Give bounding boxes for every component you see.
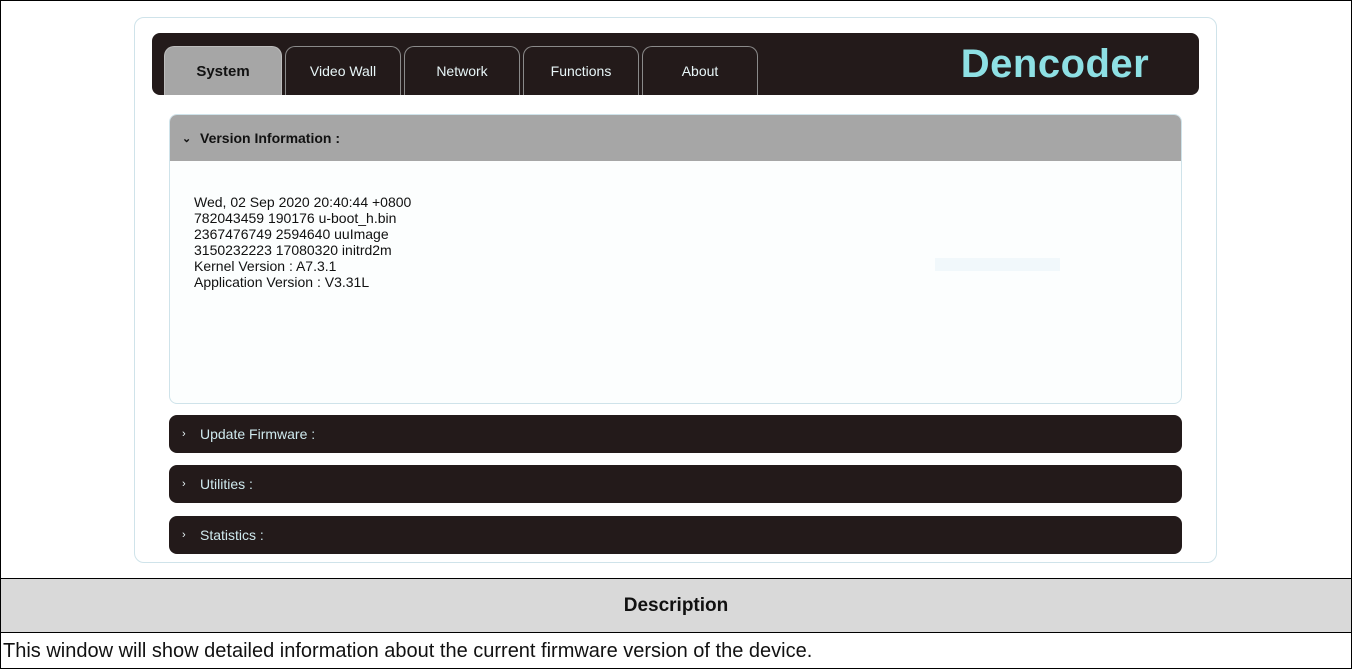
chevron-right-icon: ›: [182, 478, 186, 490]
description-text: This window will show detailed informati…: [3, 639, 813, 662]
description-header: Description: [1, 579, 1351, 633]
tab-about[interactable]: About: [642, 46, 758, 95]
build-date: Wed, 02 Sep 2020 20:40:44 +0800: [194, 194, 412, 210]
version-information-title: Version Information :: [200, 130, 341, 146]
initrd-checksum: 3150232223 17080320 initrd2m: [194, 242, 392, 258]
tab-system[interactable]: System: [164, 46, 282, 95]
tab-video-wall[interactable]: Video Wall: [285, 46, 401, 95]
utilities-panel[interactable]: › Utilities :: [169, 465, 1182, 503]
chevron-right-icon: ›: [182, 428, 186, 440]
faint-placeholder: [935, 258, 1060, 271]
application-version: Application Version : V3.31L: [194, 274, 370, 290]
uimage-checksum: 2367476749 2594640 uuImage: [194, 226, 389, 242]
tab-functions[interactable]: Functions: [523, 46, 639, 95]
statistics-panel[interactable]: › Statistics :: [169, 516, 1182, 554]
brand-logo-text: Dencoder: [960, 41, 1150, 86]
utilities-title: Utilities :: [200, 476, 253, 492]
statistics-title: Statistics :: [200, 527, 264, 543]
kernel-version: Kernel Version : A7.3.1: [194, 258, 337, 274]
version-information-header[interactable]: ⌄ Version Information :: [170, 115, 1181, 161]
update-firmware-panel[interactable]: › Update Firmware :: [169, 415, 1182, 453]
tab-network[interactable]: Network: [404, 46, 520, 95]
chevron-down-icon: ⌄: [182, 132, 192, 145]
version-information-panel: ⌄ Version Information : Wed, 02 Sep 2020…: [169, 114, 1182, 404]
update-firmware-title: Update Firmware :: [200, 426, 316, 442]
chevron-right-icon: ›: [182, 529, 186, 541]
uboot-checksum: 782043459 190176 u-boot_h.bin: [194, 210, 397, 226]
version-details: Wed, 02 Sep 2020 20:40:44 +0800 78204345…: [194, 194, 411, 290]
